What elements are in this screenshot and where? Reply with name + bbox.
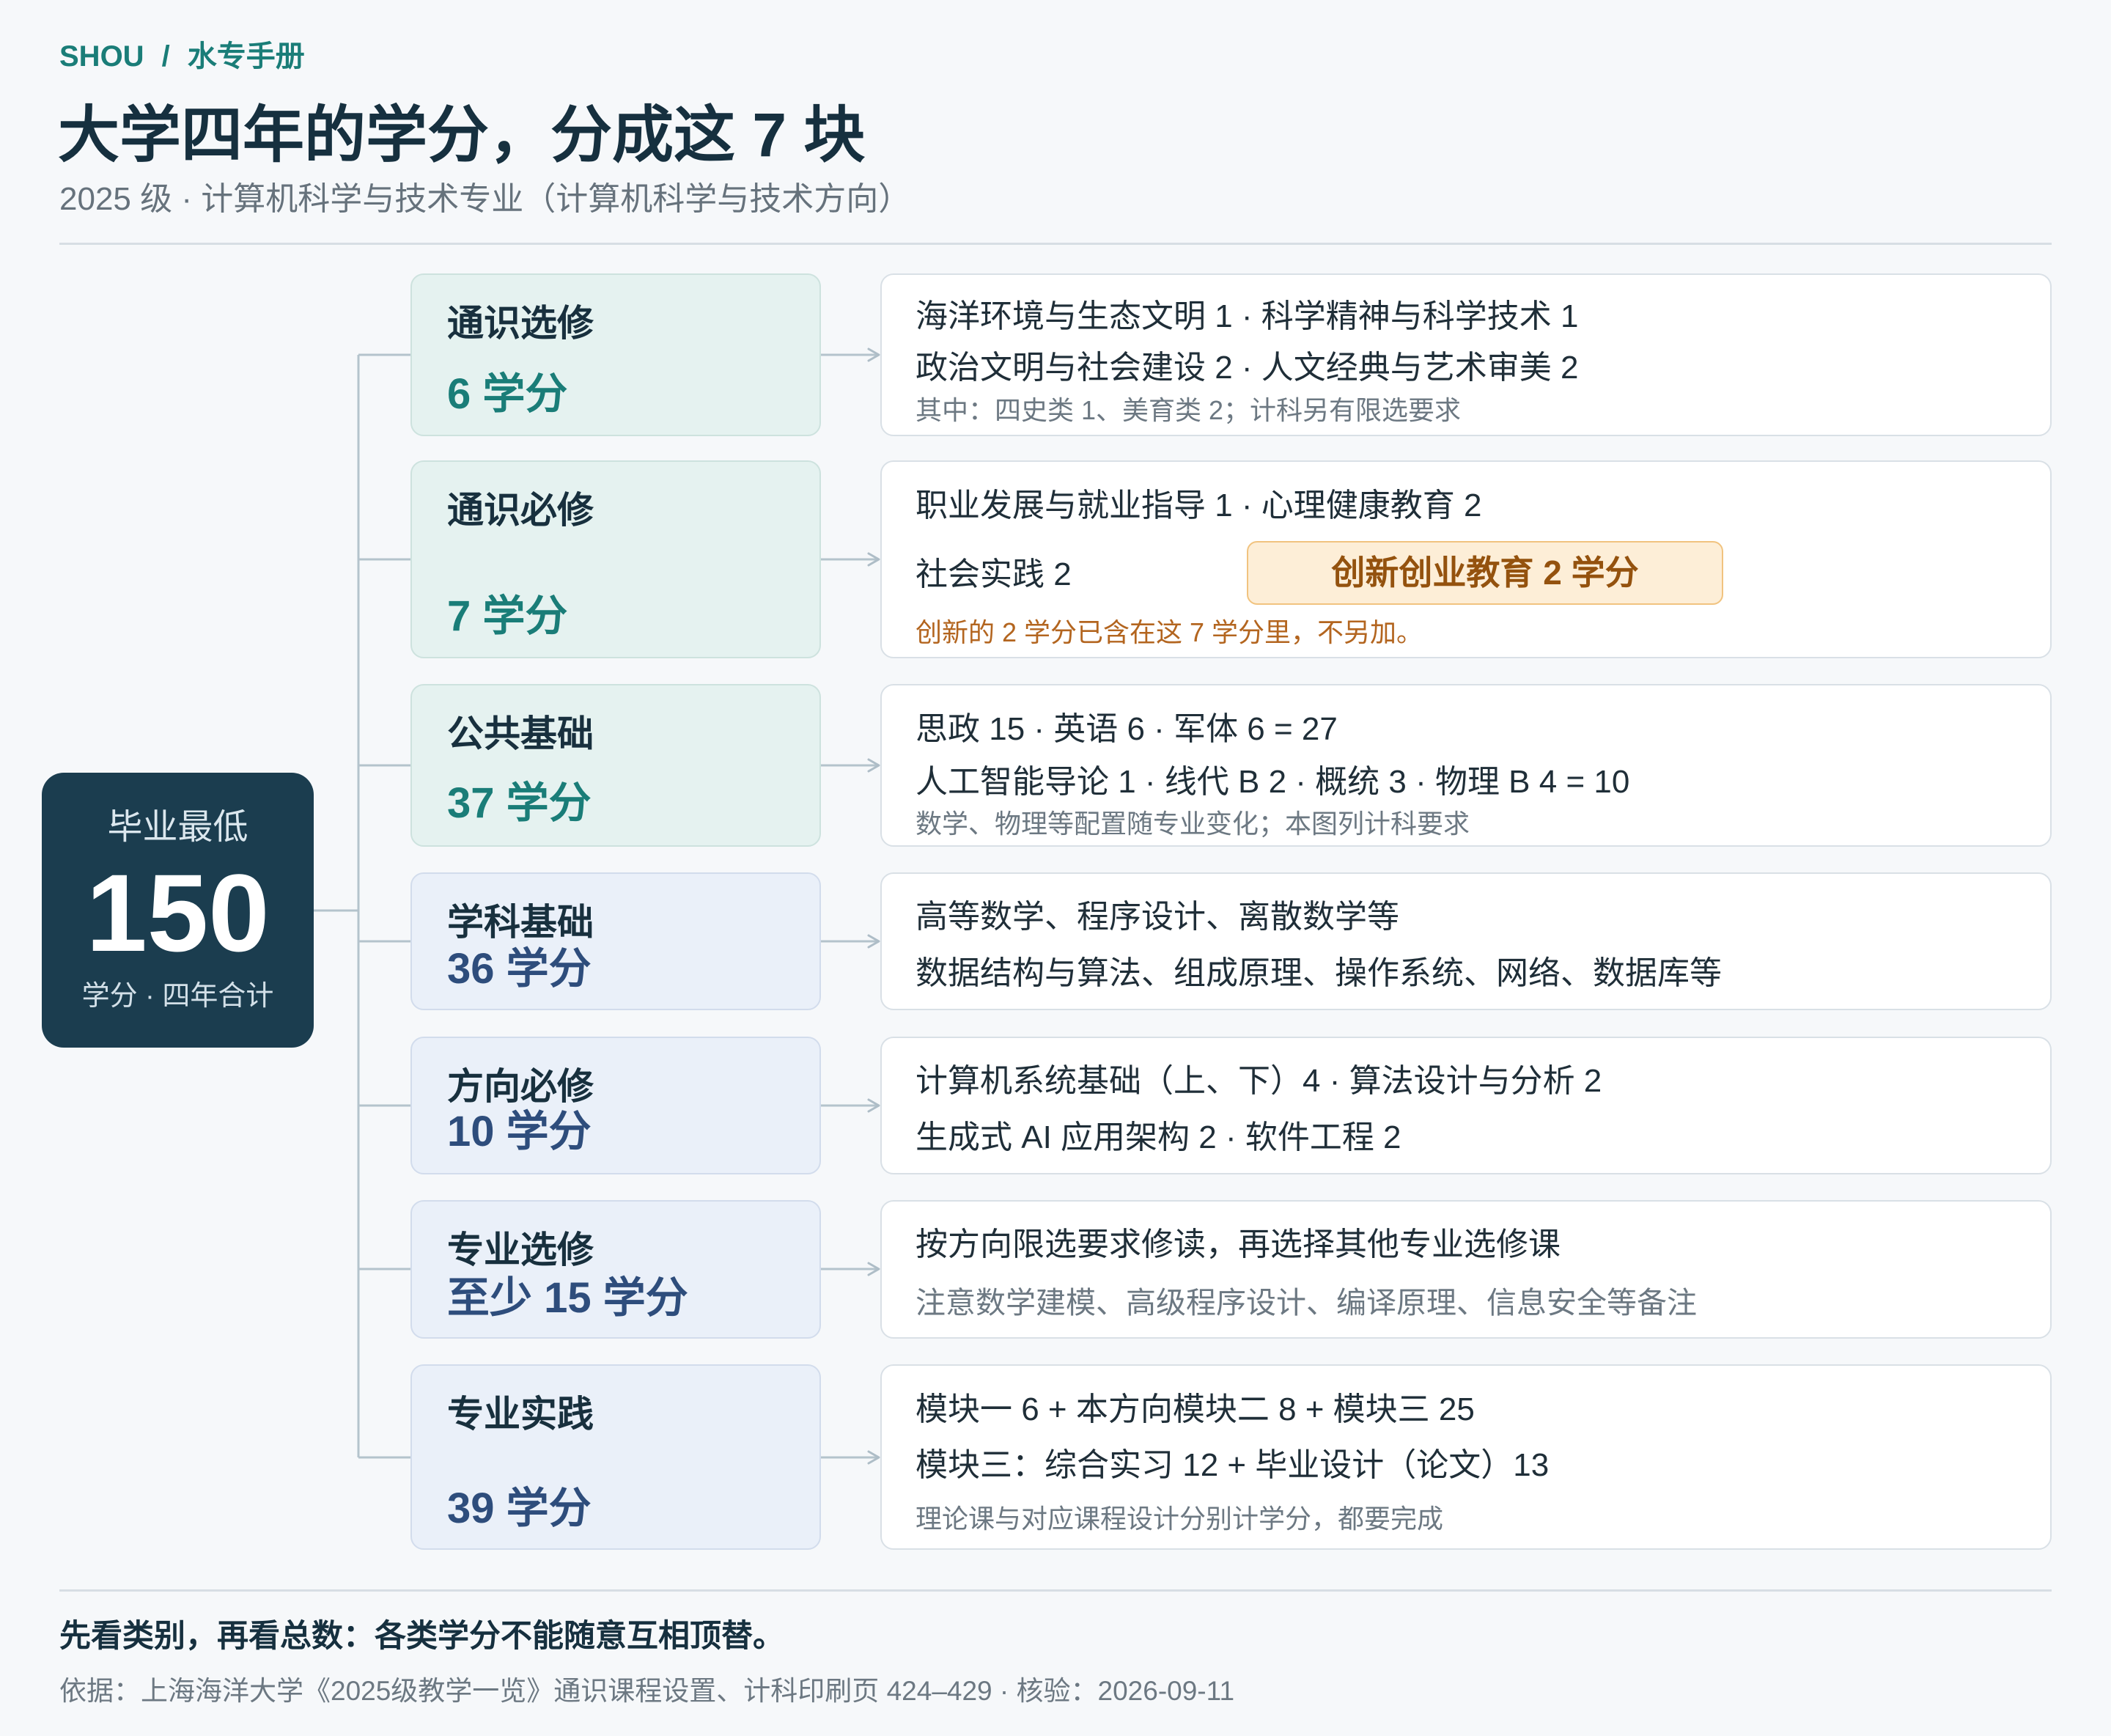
detail-card-track-required: 计算机系统基础（上、下）4 · 算法设计与分析 2 生成式 AI 应用架构 2 … bbox=[880, 1037, 2052, 1174]
detail-line: 按方向限选要求修读，再选择其他专业选修课 bbox=[915, 1226, 1561, 1262]
category-credits: 6 学分 bbox=[447, 370, 568, 418]
detail-card-public-foundation: 思政 15 · 英语 6 · 军体 6 = 27 人工智能导论 1 · 线代 B… bbox=[880, 684, 2052, 847]
category-name: 方向必修 bbox=[447, 1066, 594, 1107]
detail-line: 海洋环境与生态文明 1 · 科学精神与科学技术 1 bbox=[915, 298, 1579, 334]
category-card-general-elective: 通识选修 6 学分 bbox=[410, 273, 821, 436]
category-credits: 至少 15 学分 bbox=[447, 1274, 688, 1322]
detail-line: 社会实践 2 bbox=[915, 556, 1072, 592]
footer-takeaway: 先看类别，再看总数：各类学分不能随意互相顶替。 bbox=[59, 1619, 784, 1654]
detail-line: 模块一 6 + 本方向模块二 8 + 模块三 25 bbox=[915, 1391, 1475, 1427]
detail-line: 职业发展与就业指导 1 · 心理健康教育 2 bbox=[915, 488, 1482, 523]
category-card-discipline-foundation: 学科基础 36 学分 bbox=[410, 872, 821, 1010]
category-name: 公共基础 bbox=[447, 713, 594, 754]
detail-note-warning: 创新的 2 学分已含在这 7 学分里，不另加。 bbox=[915, 617, 1423, 647]
category-card-major-elective: 专业选修 至少 15 学分 bbox=[410, 1200, 821, 1339]
category-credits: 36 学分 bbox=[447, 945, 592, 993]
footer-divider bbox=[59, 1589, 2052, 1592]
detail-line: 模块三：综合实习 12 + 毕业设计（论文）13 bbox=[915, 1447, 1550, 1483]
detail-note: 数学、物理等配置随专业变化；本图列计科要求 bbox=[915, 809, 1470, 839]
detail-line: 人工智能导论 1 · 线代 B 2 · 概统 3 · 物理 B 4 = 10 bbox=[915, 764, 1630, 800]
detail-line: 高等数学、程序设计、离散数学等 bbox=[915, 899, 1399, 935]
detail-note: 理论课与对应课程设计分别计学分，都要完成 bbox=[915, 1504, 1444, 1534]
category-card-major-practice: 专业实践 39 学分 bbox=[410, 1364, 821, 1550]
detail-card-general-elective: 海洋环境与生态文明 1 · 科学精神与科学技术 1 政治文明与社会建设 2 · … bbox=[880, 273, 2052, 436]
category-credits: 7 学分 bbox=[447, 592, 568, 640]
detail-line: 生成式 AI 应用架构 2 · 软件工程 2 bbox=[915, 1119, 1401, 1155]
detail-note: 其中：四史类 1、美育类 2；计科另有限选要求 bbox=[915, 395, 1462, 425]
detail-card-major-elective: 按方向限选要求修读，再选择其他专业选修课 注意数学建模、高级程序设计、编译原理、… bbox=[880, 1200, 2052, 1339]
detail-line: 数据结构与算法、组成原理、操作系统、网络、数据库等 bbox=[915, 955, 1722, 991]
category-name: 专业选修 bbox=[447, 1229, 594, 1270]
detail-line: 政治文明与社会建设 2 · 人文经典与艺术审美 2 bbox=[915, 350, 1579, 386]
innovation-credit-badge: 创新创业教育 2 学分 bbox=[1247, 541, 1723, 605]
detail-line: 思政 15 · 英语 6 · 军体 6 = 27 bbox=[915, 711, 1338, 747]
category-credits: 10 学分 bbox=[447, 1108, 592, 1155]
category-name: 通识必修 bbox=[447, 490, 594, 531]
detail-card-general-required: 职业发展与就业指导 1 · 心理健康教育 2 社会实践 2 创新创业教育 2 学… bbox=[880, 460, 2052, 658]
total-label: 毕业最低 bbox=[107, 808, 248, 847]
category-card-general-required: 通识必修 7 学分 bbox=[410, 460, 821, 658]
total-unit: 学分 · 四年合计 bbox=[81, 981, 274, 1012]
category-name: 学科基础 bbox=[447, 902, 594, 943]
detail-card-major-practice: 模块一 6 + 本方向模块二 8 + 模块三 25 模块三：综合实习 12 + … bbox=[880, 1364, 2052, 1550]
category-card-track-required: 方向必修 10 学分 bbox=[410, 1037, 821, 1174]
detail-line: 计算机系统基础（上、下）4 · 算法设计与分析 2 bbox=[915, 1063, 1602, 1099]
category-credits: 39 学分 bbox=[447, 1485, 592, 1532]
category-name: 通识选修 bbox=[447, 303, 594, 344]
footer-source: 依据：上海海洋大学《2025级教学一览》通识课程设置、计科印刷页 424–429… bbox=[59, 1676, 1235, 1706]
total-value: 150 bbox=[86, 851, 270, 974]
detail-card-discipline-foundation: 高等数学、程序设计、离散数学等 数据结构与算法、组成原理、操作系统、网络、数据库… bbox=[880, 872, 2052, 1010]
category-card-public-foundation: 公共基础 37 学分 bbox=[410, 684, 821, 847]
category-name: 专业实践 bbox=[447, 1394, 594, 1435]
detail-note: 注意数学建模、高级程序设计、编译原理、信息安全等备注 bbox=[915, 1286, 1697, 1320]
total-credits-card: 毕业最低 150 学分 · 四年合计 bbox=[42, 773, 314, 1048]
category-credits: 37 学分 bbox=[447, 779, 592, 827]
